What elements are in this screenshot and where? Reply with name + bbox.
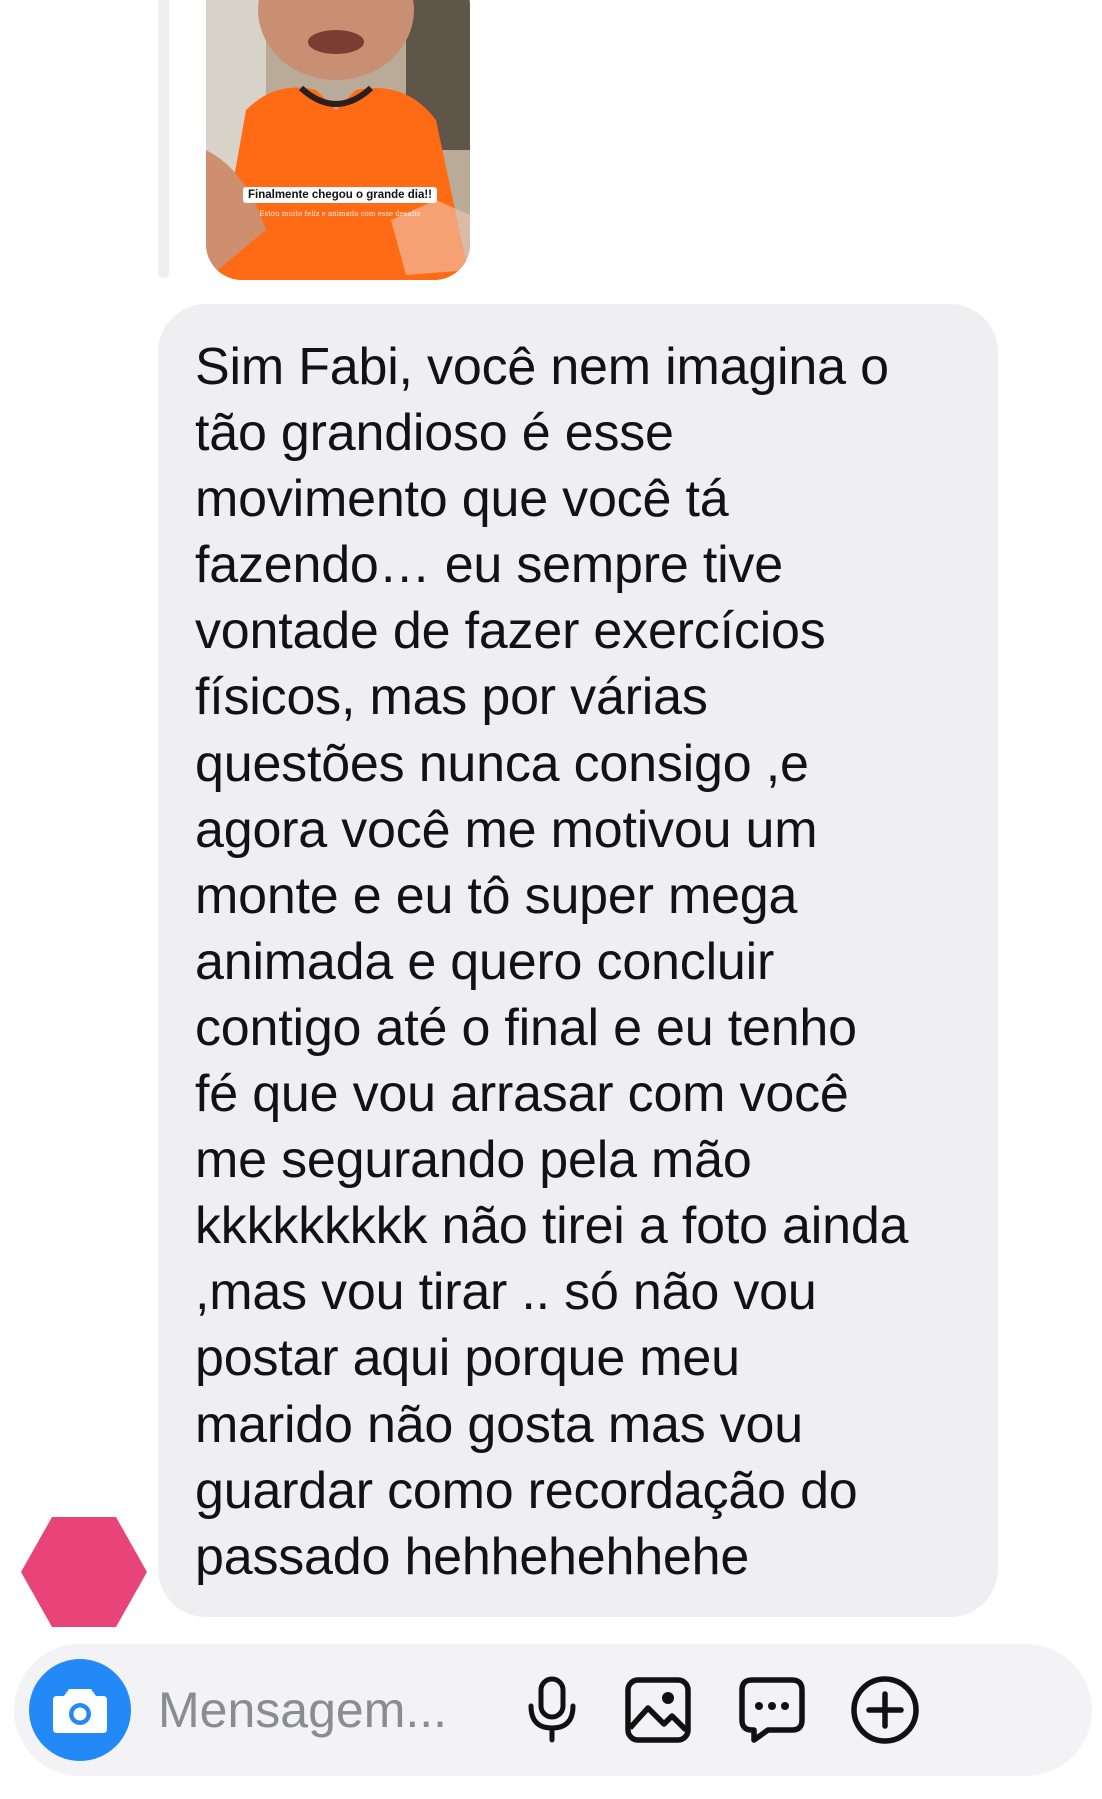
camera-icon xyxy=(53,1689,107,1733)
reply-indicator-bar xyxy=(158,0,169,278)
gallery-button[interactable] xyxy=(622,1674,694,1746)
message-text: Sim Fabi, você nem imagina o tão grandio… xyxy=(195,338,909,1586)
plus-icon xyxy=(851,1676,919,1744)
camera-button[interactable] xyxy=(29,1659,131,1761)
message-bubble[interactable]: Sim Fabi, você nem imagina o tão grandio… xyxy=(158,304,998,1617)
story-caption: Finalmente chegou o grande dia!! Estou m… xyxy=(226,185,454,218)
image-icon xyxy=(625,1677,691,1743)
chat-screen: Finalmente chegou o grande dia!! Estou m… xyxy=(0,0,1102,1799)
sender-avatar[interactable] xyxy=(19,1515,149,1629)
sticker-button[interactable] xyxy=(736,1674,808,1746)
more-button[interactable] xyxy=(849,1674,921,1746)
microphone-button[interactable] xyxy=(516,1674,588,1746)
microphone-icon xyxy=(528,1676,576,1743)
story-reply-thumbnail[interactable]: Finalmente chegou o grande dia!! Estou m… xyxy=(206,0,470,280)
story-caption-subtitle: Estou muito feliz e animada com esse des… xyxy=(259,210,421,218)
message-composer xyxy=(14,1644,1092,1776)
story-caption-title: Finalmente chegou o grande dia!! xyxy=(242,187,438,203)
story-image xyxy=(206,0,470,280)
sticker-icon xyxy=(739,1677,805,1743)
